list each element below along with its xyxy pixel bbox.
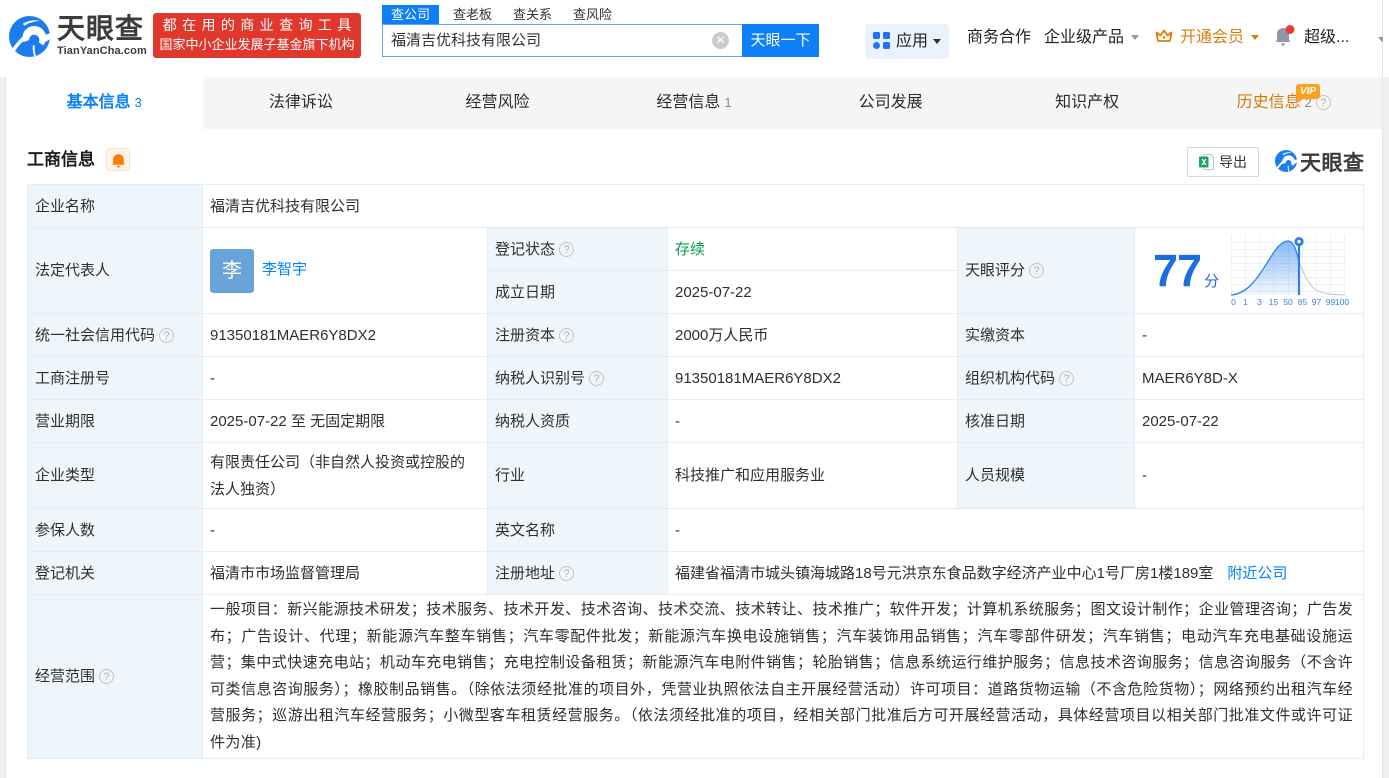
svg-text:97: 97 — [1312, 297, 1322, 307]
svg-text:0: 0 — [1231, 297, 1236, 307]
svg-text:1: 1 — [1243, 297, 1248, 307]
svg-text:15: 15 — [1269, 297, 1279, 307]
svg-text:100: 100 — [1335, 297, 1349, 307]
svg-text:3: 3 — [1257, 297, 1262, 307]
svg-text:85: 85 — [1298, 297, 1308, 307]
svg-text:50: 50 — [1284, 297, 1294, 307]
